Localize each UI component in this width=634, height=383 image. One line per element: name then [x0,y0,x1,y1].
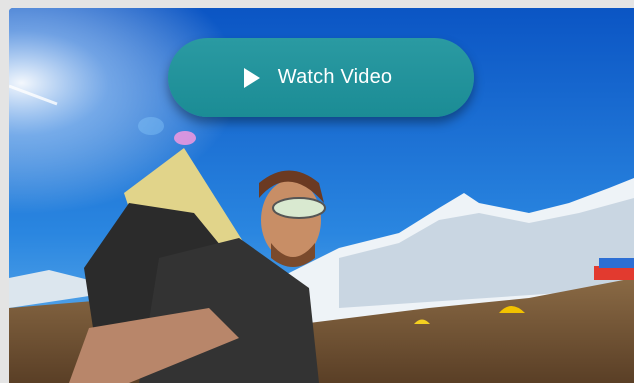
watch-video-button[interactable]: Watch Video [168,38,474,117]
watch-video-label: Watch Video [277,66,393,88]
video-thumbnail[interactable]: Watch Video [9,8,634,383]
play-icon [243,67,260,88]
video-frame: Watch Video [0,0,634,383]
